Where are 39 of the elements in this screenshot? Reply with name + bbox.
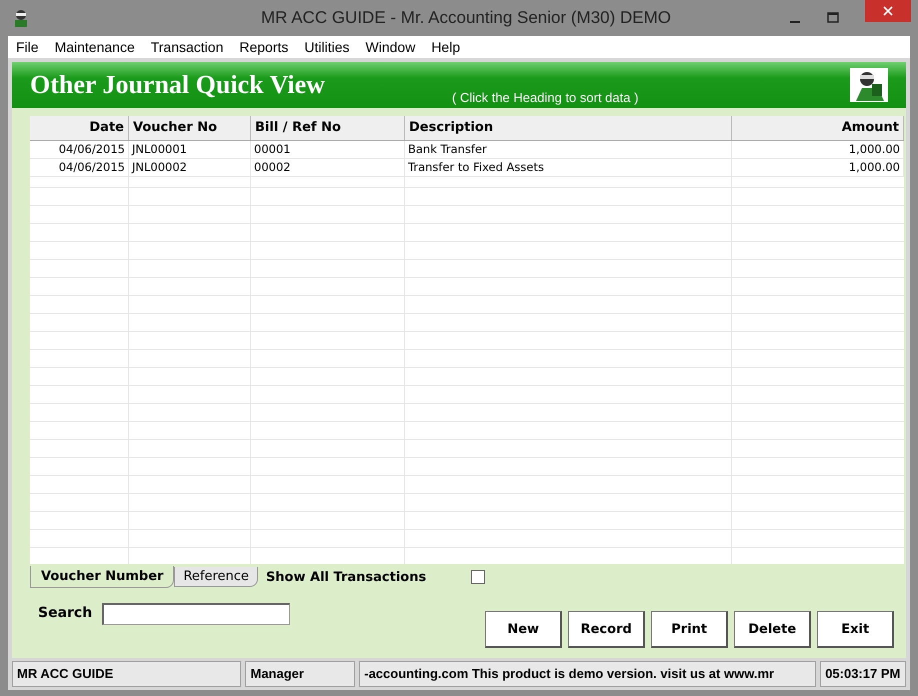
table-cell: 04/06/2015	[30, 159, 129, 177]
window-title: MR ACC GUIDE - Mr. Accounting Senior (M30) DEMO	[261, 8, 671, 28]
action-button[interactable]: New	[485, 611, 562, 648]
page-title: Other Journal Quick View	[30, 70, 325, 100]
table-cell: 00002	[251, 159, 405, 177]
menu-item[interactable]: File	[8, 39, 47, 55]
menu-item[interactable]: Reports	[231, 39, 296, 55]
action-button[interactable]: Print	[651, 611, 728, 648]
column-header[interactable]: Date	[30, 116, 129, 140]
column-header[interactable]: Description	[405, 116, 732, 140]
table-cell: Transfer to Fixed Assets	[405, 159, 732, 177]
person-icon	[850, 68, 888, 102]
maximize-icon[interactable]	[827, 12, 839, 24]
action-button[interactable]: Delete	[734, 611, 812, 648]
column-header[interactable]: Bill / Ref No	[251, 116, 405, 140]
status-panel: Manager	[245, 661, 356, 687]
menu-item[interactable]: Maintenance	[46, 39, 143, 55]
status-panel: MR ACC GUIDE	[12, 661, 242, 687]
search-field[interactable]	[102, 603, 290, 625]
action-button[interactable]: Record	[568, 611, 646, 648]
table-cell: 1,000.00	[732, 159, 904, 177]
column-header[interactable]: Voucher No	[129, 116, 251, 140]
action-button[interactable]: Exit	[817, 611, 894, 648]
checkbox[interactable]	[470, 570, 485, 584]
table-cell: JNL00002	[129, 159, 251, 177]
column-header[interactable]: Amount	[732, 116, 904, 140]
menu-item[interactable]: Utilities	[296, 39, 358, 55]
close-icon	[883, 6, 893, 16]
menu-item[interactable]: Transaction	[142, 39, 232, 55]
search-label: Search	[38, 605, 92, 621]
status-panel: 05:03:17 PM	[820, 661, 906, 687]
sort-hint: ( Click the Heading to sort data )	[452, 90, 638, 105]
menu-item[interactable]: Help	[423, 39, 468, 55]
checkbox-label: Show All Transactions	[266, 570, 428, 584]
tab[interactable]: Voucher Number	[30, 566, 174, 588]
status-panel: -accounting.com This product is demo version. visit us at www.mr	[359, 661, 816, 687]
close-button[interactable]	[865, 0, 911, 22]
menu-item[interactable]: Window	[358, 39, 424, 55]
tab[interactable]: Reference	[174, 567, 258, 587]
